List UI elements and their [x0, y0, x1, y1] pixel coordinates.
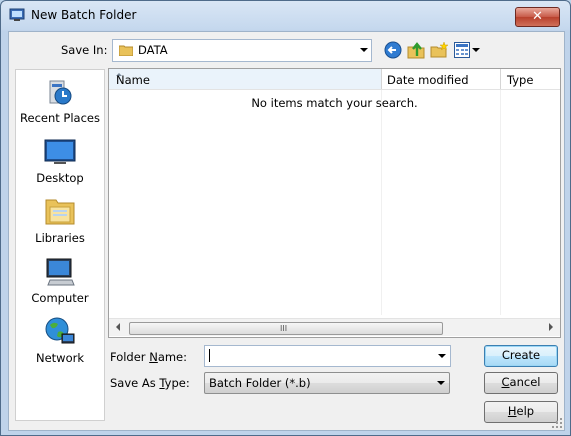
- chevron-down-icon: [472, 48, 480, 52]
- chevron-down-icon[interactable]: [438, 354, 446, 358]
- title-bar[interactable]: New Batch Folder ✕: [1, 1, 570, 29]
- place-desktop[interactable]: Desktop: [16, 136, 104, 194]
- view-menu-icon[interactable]: [454, 41, 480, 59]
- horizontal-scrollbar[interactable]: III: [109, 318, 560, 336]
- place-label: Desktop: [36, 171, 84, 185]
- empty-list-message: No items match your search.: [251, 96, 418, 110]
- file-list[interactable]: Name Date modified Type No items match y…: [108, 68, 561, 338]
- dialog-body: Save In: DATA Recent Places Desktop Libr…: [8, 31, 565, 431]
- back-arrow-icon[interactable]: [384, 41, 402, 59]
- list-header: Name Date modified Type: [109, 69, 560, 90]
- text-caret: [209, 349, 210, 362]
- column-header-date-modified[interactable]: Date modified: [382, 69, 501, 89]
- close-button[interactable]: ✕: [515, 7, 560, 27]
- save-as-type-select[interactable]: Batch Folder (*.b): [204, 372, 450, 394]
- recent-places-icon: [49, 80, 72, 105]
- chevron-down-icon: [360, 48, 368, 52]
- desktop-icon: [44, 139, 76, 164]
- save-in-value: DATA: [138, 43, 168, 57]
- place-computer[interactable]: Computer: [16, 256, 104, 314]
- save-as-type-value: Batch Folder (*.b): [209, 376, 311, 390]
- create-button[interactable]: Create: [484, 345, 558, 367]
- place-libraries[interactable]: Libraries: [16, 196, 104, 254]
- folder-name-label: Folder Name:: [110, 350, 188, 364]
- window-title: New Batch Folder: [31, 8, 137, 22]
- scrollbar-thumb[interactable]: III: [129, 322, 443, 335]
- folder-icon: [119, 45, 133, 56]
- place-label: Libraries: [35, 231, 85, 245]
- column-header-name[interactable]: Name: [109, 69, 382, 89]
- place-label: Recent Places: [20, 111, 100, 125]
- place-network[interactable]: Network: [16, 316, 104, 374]
- dialog-window: New Batch Folder ✕ Save In: DATA Recent …: [0, 0, 571, 436]
- places-bar: Recent Places Desktop Libraries Computer…: [15, 69, 105, 421]
- cancel-button[interactable]: Cancel: [484, 372, 558, 394]
- up-folder-icon[interactable]: [407, 41, 425, 59]
- column-label: Name: [116, 73, 150, 87]
- scroll-right-icon[interactable]: [549, 323, 553, 331]
- save-in-dropdown[interactable]: DATA: [112, 39, 372, 62]
- resize-grip-icon[interactable]: [552, 418, 562, 428]
- app-icon: [9, 8, 25, 21]
- libraries-icon: [45, 199, 75, 225]
- computer-icon: [46, 258, 75, 286]
- scroll-left-icon[interactable]: [116, 323, 120, 331]
- save-as-type-label: Save As Type:: [110, 376, 190, 390]
- place-recent-places[interactable]: Recent Places: [16, 76, 104, 134]
- column-label: Date modified: [387, 73, 469, 87]
- grip-icon: III: [280, 324, 288, 333]
- save-in-label: Save In:: [61, 43, 108, 57]
- new-folder-icon[interactable]: [430, 41, 448, 59]
- column-header-type[interactable]: Type: [501, 69, 560, 89]
- column-label: Type: [507, 73, 534, 87]
- column-divider: [500, 90, 501, 315]
- folder-name-input[interactable]: [204, 345, 451, 367]
- place-label: Network: [35, 351, 85, 365]
- help-button[interactable]: Help: [484, 401, 558, 423]
- chevron-down-icon: [437, 381, 445, 385]
- network-icon: [45, 317, 75, 344]
- place-label: Computer: [31, 291, 89, 305]
- column-divider: [381, 90, 382, 315]
